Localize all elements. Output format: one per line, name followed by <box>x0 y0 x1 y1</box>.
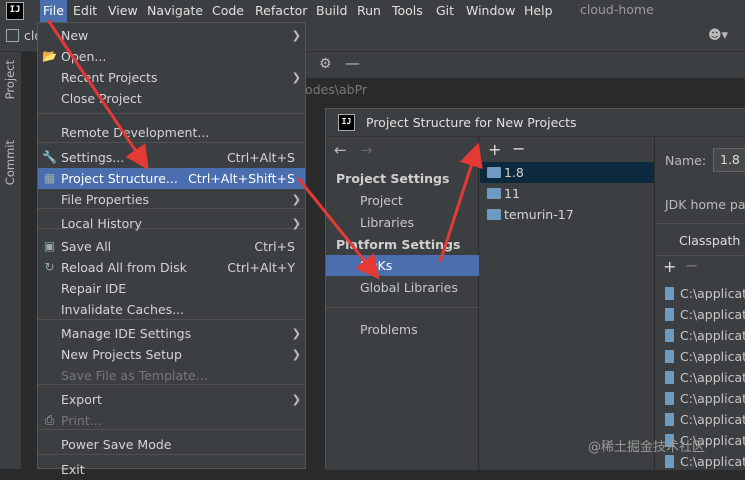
annotation-arrow <box>46 19 149 170</box>
annotation-arrow <box>438 142 483 263</box>
annotation-arrow <box>296 177 380 280</box>
annotation-arrows <box>46 19 483 280</box>
